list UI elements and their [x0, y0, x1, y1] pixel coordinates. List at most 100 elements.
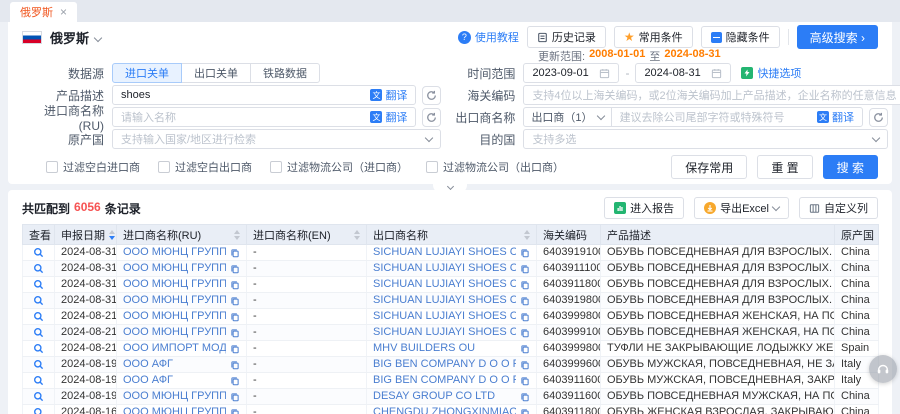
view-magnifier-icon[interactable] — [33, 279, 44, 290]
exporter-link[interactable]: DESAY GROUP CO LTD — [373, 389, 495, 404]
export-excel-button[interactable]: 导出Excel — [694, 197, 789, 219]
copy-icon[interactable] — [520, 312, 530, 322]
sort-icon[interactable] — [354, 230, 360, 240]
copy-icon[interactable] — [520, 360, 530, 370]
filter-checkbox[interactable]: 过滤空白出口商 — [158, 159, 252, 175]
date-to-input[interactable]: 2024-08-31 — [635, 63, 731, 83]
refresh-history-button[interactable] — [422, 86, 441, 105]
sort-icon[interactable] — [109, 230, 115, 240]
hs-code-input[interactable]: 支持4位以上海关编码，或2位海关编码加上产品描述，企业名称的任意信息 — [523, 85, 900, 105]
copy-icon[interactable] — [230, 312, 240, 322]
view-magnifier-icon[interactable] — [33, 391, 44, 402]
origin-country-select[interactable]: 支持输入国家/地区进行检索 — [112, 129, 441, 149]
copy-icon[interactable] — [520, 280, 530, 290]
view-magnifier-icon[interactable] — [33, 247, 44, 258]
checkbox-box[interactable] — [426, 161, 438, 173]
col-header[interactable]: 进口商名称(RU) — [117, 225, 247, 245]
sort-icon[interactable] — [524, 230, 530, 240]
importer-ru-link[interactable]: ООО МЮНЦ ГРУПП — [123, 389, 226, 404]
exporter-link[interactable]: SICHUAN LUJIAYI SHOES CO LTD — [373, 245, 516, 260]
copy-icon[interactable] — [230, 328, 240, 338]
sort-icon[interactable] — [234, 230, 240, 240]
country-selector[interactable] — [95, 30, 101, 44]
data-source-tab[interactable]: 铁路数据 — [250, 63, 320, 83]
importer-ru-link[interactable]: ООО МЮНЦ ГРУПП — [123, 309, 226, 324]
tab-russia[interactable]: 俄罗斯 × — [10, 2, 77, 22]
copy-icon[interactable] — [230, 408, 240, 414]
translate-button[interactable]: 文 翻译 — [370, 109, 407, 125]
copy-icon[interactable] — [230, 344, 240, 354]
filter-checkbox[interactable]: 过滤物流公司（出口商） — [426, 159, 564, 175]
exporter-link[interactable]: SICHUAN LUJIAYI SHOES CO LTD — [373, 277, 516, 292]
exporter-link[interactable]: BIG BEN COMPANY D O O FROM BEST T — [373, 373, 516, 388]
view-magnifier-icon[interactable] — [33, 263, 44, 274]
copy-icon[interactable] — [230, 264, 240, 274]
copy-icon[interactable] — [230, 360, 240, 370]
translate-button[interactable]: 文 翻译 — [370, 87, 407, 103]
translate-button[interactable]: 文 翻译 — [817, 109, 854, 125]
copy-icon[interactable] — [230, 392, 240, 402]
view-magnifier-icon[interactable] — [33, 359, 44, 370]
view-magnifier-icon[interactable] — [33, 327, 44, 338]
copy-icon[interactable] — [520, 264, 530, 274]
copy-icon[interactable] — [520, 376, 530, 386]
importer-ru-link[interactable]: ООО МЮНЦ ГРУПП — [123, 325, 226, 340]
copy-icon[interactable] — [520, 392, 530, 402]
importer-ru-link[interactable]: ООО АФГ — [123, 357, 173, 372]
copy-icon[interactable] — [230, 296, 240, 306]
copy-icon[interactable] — [230, 248, 240, 258]
quick-options-button[interactable]: 快捷选项 — [741, 65, 801, 81]
refresh-history-button[interactable] — [422, 108, 441, 127]
exporter-link[interactable]: SICHUAN LUJIAYI SHOES CO LTD — [373, 309, 516, 324]
importer-ru-link[interactable]: ООО ИМПОРТ МОДА — [123, 341, 226, 356]
col-header[interactable]: 出口商名称 — [367, 225, 537, 245]
importer-ru-link[interactable]: ООО МЮНЦ ГРУПП — [123, 293, 226, 308]
exporter-link[interactable]: SICHUAN LUJIAYI SHOES CO LTD — [373, 325, 516, 340]
enter-report-button[interactable]: 进入报告 — [604, 197, 684, 219]
hide-conditions-button[interactable]: 隐藏条件 — [701, 26, 780, 48]
close-icon[interactable]: × — [60, 6, 67, 18]
search-button[interactable]: 搜 索 — [823, 155, 878, 179]
checkbox-box[interactable] — [158, 161, 170, 173]
copy-icon[interactable] — [230, 280, 240, 290]
tutorial-button[interactable]: ? 使用教程 — [458, 29, 519, 45]
customize-columns-button[interactable]: 自定义列 — [799, 197, 878, 219]
exporter-name-input[interactable]: 建议去除公司尾部字符或特殊符号 文 翻译 — [611, 107, 863, 127]
collapse-filters-handle[interactable] — [433, 184, 467, 193]
copy-icon[interactable] — [520, 296, 530, 306]
col-header[interactable]: 进口商名称(EN) — [247, 225, 367, 245]
history-button[interactable]: 历史记录 — [527, 26, 606, 48]
copy-icon[interactable] — [520, 408, 530, 414]
reset-button[interactable]: 重 置 — [757, 155, 812, 179]
importer-ru-link[interactable]: ООО АФГ — [123, 373, 173, 388]
view-magnifier-icon[interactable] — [33, 375, 44, 386]
refresh-history-button[interactable] — [869, 108, 888, 127]
exporter-link[interactable]: SICHUAN LUJIAYI SHOES CO LTD — [373, 293, 516, 308]
copy-icon[interactable] — [230, 376, 240, 386]
col-header[interactable]: 申报日期 — [55, 225, 117, 245]
copy-icon[interactable] — [520, 344, 530, 354]
data-source-tab[interactable]: 进口关单 — [112, 63, 182, 83]
filter-checkbox[interactable]: 过滤物流公司（进口商） — [270, 159, 408, 175]
exporter-link[interactable]: BIG BEN COMPANY D O O FROM BEST T — [373, 357, 516, 372]
filter-checkbox[interactable]: 过滤空白进口商 — [46, 159, 140, 175]
copy-icon[interactable] — [520, 328, 530, 338]
exporter-type-select[interactable]: 出口商（1） — [523, 107, 611, 127]
customer-service-button[interactable] — [869, 355, 897, 383]
importer-ru-link[interactable]: ООО МЮНЦ ГРУПП — [123, 261, 226, 276]
importer-name-input[interactable]: 请输入名称 文 翻译 — [112, 107, 416, 127]
checkbox-box[interactable] — [270, 161, 282, 173]
importer-ru-link[interactable]: ООО МЮНЦ ГРУПП — [123, 277, 226, 292]
importer-ru-link[interactable]: ООО МЮНЦ ГРУПП — [123, 405, 226, 414]
destination-select[interactable]: 支持多选 — [523, 129, 888, 149]
exporter-link[interactable]: MHV BUILDERS OU — [373, 341, 475, 356]
view-magnifier-icon[interactable] — [33, 311, 44, 322]
date-from-input[interactable]: 2023-09-01 — [523, 63, 619, 83]
importer-ru-link[interactable]: ООО МЮНЦ ГРУПП — [123, 245, 226, 260]
exporter-link[interactable]: CHENGDU ZHONGXINMIAO TRADING C — [373, 405, 516, 414]
view-magnifier-icon[interactable] — [33, 295, 44, 306]
copy-icon[interactable] — [520, 248, 530, 258]
save-favorite-button[interactable]: 保存常用 — [671, 155, 747, 179]
advanced-search-button[interactable]: 高级搜索 › — [797, 25, 878, 49]
product-desc-input[interactable]: shoes 文 翻译 — [112, 85, 416, 105]
